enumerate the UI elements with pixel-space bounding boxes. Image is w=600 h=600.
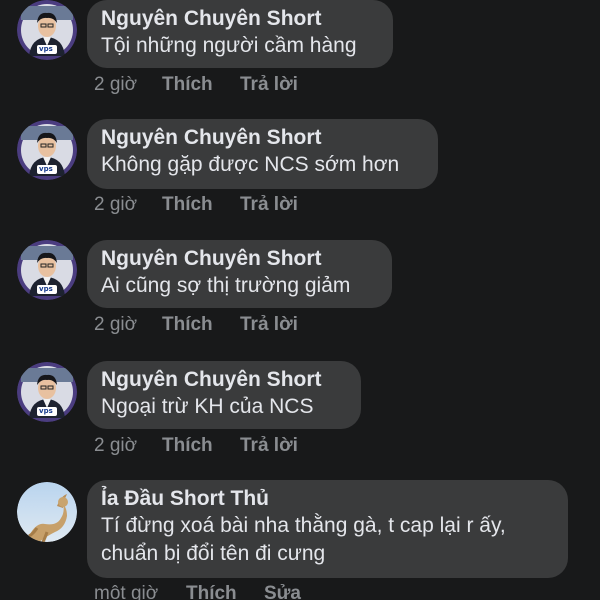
- comment-text: Tội những người cầm hàng: [101, 34, 357, 57]
- timestamp[interactable]: 2 giờ: [94, 73, 162, 97]
- comment-actions: 2 giờ Thích Trả lời: [94, 193, 298, 217]
- like-button[interactable]: Thích: [186, 582, 264, 600]
- avatar[interactable]: vps: [17, 362, 77, 422]
- like-button[interactable]: Thích: [162, 434, 240, 458]
- avatar[interactable]: vps: [17, 240, 77, 300]
- comment-bubble: Nguyên Chuyên Short Không gặp được NCS s…: [87, 119, 438, 189]
- edit-button[interactable]: Sửa: [264, 582, 301, 600]
- like-button[interactable]: Thích: [162, 313, 240, 337]
- avatar[interactable]: [17, 482, 77, 542]
- avatar[interactable]: vps: [17, 0, 77, 60]
- comment-text: Ngoại trừ KH của NCS: [101, 395, 314, 418]
- vps-badge: vps: [39, 45, 53, 53]
- comment-bubble: Nguyên Chuyên Short Ngoại trừ KH của NCS: [87, 361, 361, 429]
- comment-bubble: Nguyên Chuyên Short Ai cũng sợ thị trườn…: [87, 240, 392, 308]
- comment-text: Ai cũng sợ thị trường giảm: [101, 274, 351, 297]
- timestamp[interactable]: 2 giờ: [94, 434, 162, 458]
- timestamp[interactable]: 2 giờ: [94, 313, 162, 337]
- reply-button[interactable]: Trả lời: [240, 73, 298, 97]
- author-name[interactable]: Nguyên Chuyên Short: [101, 125, 422, 151]
- comment-thread: vps Nguyên Chuyên Short Tội những người …: [0, 0, 600, 600]
- comment-actions: 2 giờ Thích Trả lời: [94, 313, 298, 337]
- like-button[interactable]: Thích: [162, 193, 240, 217]
- avatar[interactable]: vps: [17, 120, 77, 180]
- comment-bubble: Ỉa Đầu Short Thủ Tí đừng xoá bài nha thằ…: [87, 480, 568, 578]
- timestamp[interactable]: một giờ: [94, 582, 186, 600]
- comment-text-line-2: chuẩn bị đổi tên đi cưng: [101, 542, 326, 565]
- vps-badge: vps: [39, 165, 53, 173]
- comment-actions: 2 giờ Thích Trả lời: [94, 434, 298, 458]
- author-name[interactable]: Ỉa Đầu Short Thủ: [101, 486, 552, 512]
- comment-bubble: Nguyên Chuyên Short Tội những người cầm …: [87, 0, 393, 68]
- comment-text-line-1: Tí đừng xoá bài nha thằng gà, t cap lại …: [101, 514, 506, 537]
- author-name[interactable]: Nguyên Chuyên Short: [101, 6, 377, 32]
- timestamp[interactable]: 2 giờ: [94, 193, 162, 217]
- author-name[interactable]: Nguyên Chuyên Short: [101, 246, 376, 272]
- author-name[interactable]: Nguyên Chuyên Short: [101, 367, 345, 393]
- reply-button[interactable]: Trả lời: [240, 313, 298, 337]
- vps-badge: vps: [39, 285, 53, 293]
- comment-actions: 2 giờ Thích Trả lời: [94, 73, 298, 97]
- like-button[interactable]: Thích: [162, 73, 240, 97]
- reply-button[interactable]: Trả lời: [240, 193, 298, 217]
- comment-text: Không gặp được NCS sớm hơn: [101, 153, 400, 176]
- vps-badge: vps: [39, 407, 53, 415]
- comment-actions: một giờ Thích Sửa: [94, 582, 301, 600]
- reply-button[interactable]: Trả lời: [240, 434, 298, 458]
